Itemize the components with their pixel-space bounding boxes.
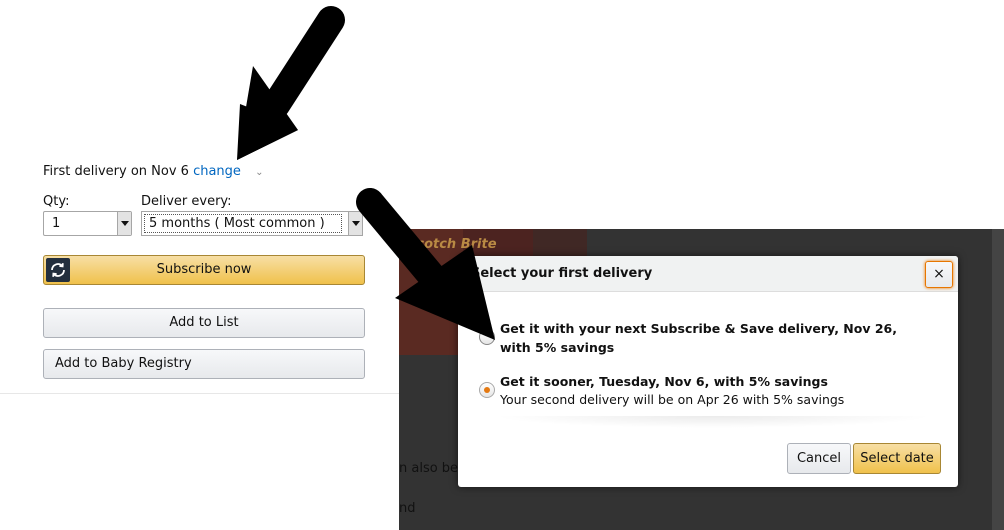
radio-sooner-delivery[interactable] (479, 382, 495, 398)
change-link[interactable]: change (193, 164, 241, 179)
cancel-button[interactable]: Cancel (787, 443, 851, 474)
add-to-baby-registry-button[interactable]: Add to Baby Registry (43, 349, 365, 379)
deliver-every-label: Deliver every: (141, 194, 232, 209)
scrollbar-edge (992, 229, 1004, 530)
select-date-button[interactable]: Select date (853, 443, 941, 474)
qty-select[interactable]: 1 (43, 211, 132, 236)
subscribe-now-label: Subscribe now (156, 262, 252, 277)
first-delivery-row: First delivery on Nov 6 change ⌄ (43, 164, 263, 179)
close-icon: × (933, 266, 945, 282)
qty-value: 1 (52, 216, 61, 231)
add-to-baby-registry-label: Add to Baby Registry (55, 356, 192, 371)
background-text: n also be (399, 461, 459, 476)
subscribe-now-button[interactable]: Subscribe now (43, 255, 365, 285)
qty-label: Qty: (43, 194, 70, 209)
deliver-every-select[interactable]: 5 months ( Most common ) (141, 211, 363, 236)
page: First delivery on Nov 6 change ⌄ Qty: De… (0, 0, 1004, 530)
option-sooner-delivery-title[interactable]: Get it sooner, Tuesday, Nov 6, with 5% s… (500, 372, 920, 391)
dropdown-arrow-icon (117, 212, 131, 235)
add-to-list-label: Add to List (169, 315, 239, 330)
modal-separator (493, 416, 933, 428)
deliver-every-value: 5 months ( Most common ) (144, 214, 342, 233)
select-date-label: Select date (860, 451, 934, 466)
modal-header: Select your first delivery × (458, 256, 958, 292)
dropdown-arrow-icon (348, 212, 362, 235)
background-text: nd (399, 501, 416, 516)
add-to-list-button[interactable]: Add to List (43, 308, 365, 338)
radio-next-delivery[interactable] (479, 329, 495, 345)
cancel-label: Cancel (796, 451, 842, 466)
subscribe-refresh-icon (46, 258, 70, 282)
annotation-arrow-icon (237, 6, 345, 160)
divider (0, 393, 399, 394)
product-brand-logo: Scotch Brite (407, 237, 497, 252)
option-sooner-delivery-subtitle: Your second delivery will be on Apr 26 w… (500, 392, 845, 407)
first-delivery-text: First delivery on Nov 6 (43, 164, 189, 179)
modal-title: Select your first delivery (471, 266, 653, 281)
chevron-down-icon[interactable]: ⌄ (255, 167, 263, 178)
close-button[interactable]: × (925, 261, 953, 288)
option-next-delivery-title[interactable]: Get it with your next Subscribe & Save d… (500, 319, 910, 357)
select-first-delivery-modal: Select your first delivery × Get it with… (458, 256, 958, 487)
